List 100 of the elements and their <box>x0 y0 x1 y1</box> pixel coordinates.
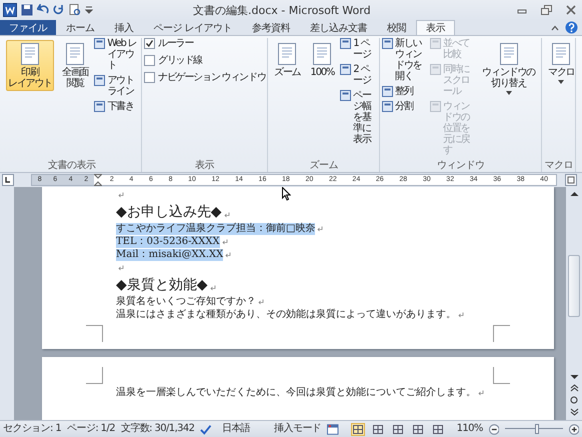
margin-corner-mark <box>493 367 510 384</box>
ribbon-small-button[interactable]: Web レイアウト <box>94 38 139 71</box>
ribbon-small-button[interactable]: 2 ページ <box>340 64 377 86</box>
heading-text: ◆お申し込み先◆ <box>116 204 222 221</box>
ribbon-large-button[interactable]: 全画面 閲覧 <box>60 40 90 91</box>
close-icon[interactable] <box>566 5 576 15</box>
tab-selector-icon[interactable] <box>2 174 14 186</box>
body-text: 温泉にはさまざまな種類があり、その効能は泉質によって違いがあります。 <box>116 309 456 321</box>
proofing-check-icon[interactable] <box>200 424 212 434</box>
language-indicator[interactable]: 日本語 <box>218 423 268 435</box>
ribbon-small-button[interactable]: アウトライン <box>94 75 139 97</box>
ribbon-checkbox[interactable]: ナビゲーション ウィンドウ <box>144 72 266 83</box>
ribbon-small-button[interactable]: ページ幅を基準に表示 <box>340 90 377 145</box>
group-label: 文書の表示 <box>46 160 97 172</box>
window-icon <box>94 101 106 112</box>
window-icon <box>340 90 352 101</box>
body-text: TEL：03-5236-XXXX <box>116 236 220 248</box>
undo-icon[interactable] <box>37 4 49 16</box>
window-icon <box>340 64 352 75</box>
customize-caret-icon[interactable] <box>85 5 93 15</box>
ruler-toggle-icon[interactable] <box>565 174 577 186</box>
scroll-thumb[interactable] <box>568 254 580 316</box>
window-icon <box>94 38 106 49</box>
body-text: Mail：misaki@XX.XX <box>116 249 224 261</box>
ribbon-tab[interactable]: ホーム <box>56 20 104 35</box>
window-title: 文書の編集.docx - Microsoft Word <box>193 2 372 18</box>
body-text: 泉質名をいくつご存知ですか？ <box>116 296 256 308</box>
ribbon-tab[interactable]: 差し込み文書 <box>300 20 378 35</box>
browse-object-icon[interactable] <box>570 396 578 404</box>
margin-corner-mark <box>86 367 103 384</box>
ribbon-tab[interactable]: 表示 <box>416 20 456 35</box>
group-label: 表示 <box>194 160 216 172</box>
ribbon-small-button[interactable]: 新しいウィンドウを開く <box>382 38 428 82</box>
window-icon <box>430 101 442 112</box>
ribbon-tab[interactable]: 校閲 <box>377 20 416 35</box>
ribbon-checkbox[interactable]: グリッド線 <box>144 55 202 66</box>
minimize-ribbon-icon[interactable] <box>551 25 559 31</box>
ribbon-large-button[interactable]: マクロ <box>546 40 576 86</box>
window-icon <box>382 38 393 49</box>
word-logo-icon[interactable] <box>3 3 17 17</box>
paragraph-mark-icon <box>258 299 264 305</box>
ribbon-large-button[interactable]: 印刷 レイアウト <box>6 40 54 91</box>
document-icon <box>19 42 41 66</box>
ribbon-small-button[interactable]: 1 ページ <box>340 38 377 60</box>
paragraph-mark-icon <box>458 312 464 318</box>
body-text: すこやかライフ温泉クラブ担当：御前□映奈 <box>116 223 316 235</box>
insert-mode-indicator[interactable]: 挿入モード <box>274 423 322 435</box>
window-icon <box>340 38 352 49</box>
zoom-level[interactable]: 110% <box>456 423 483 435</box>
zoom-out-icon[interactable] <box>488 424 500 434</box>
heading-text: ◆泉質と効能◆ <box>116 277 208 294</box>
view-button[interactable] <box>410 422 425 436</box>
ribbon-large-button[interactable]: 100% <box>308 40 336 80</box>
word-count[interactable]: 文字数: 30/1,342 <box>120 423 194 435</box>
zoom-slider-thumb[interactable] <box>534 424 539 434</box>
print-preview-icon[interactable] <box>69 4 81 16</box>
window-icon <box>382 101 393 112</box>
next-page-icon[interactable] <box>570 408 578 416</box>
section-indicator[interactable]: セクション: 1 <box>3 423 62 435</box>
window-icon <box>430 38 442 49</box>
body-text: 温泉を一層楽しんでいただくために、今回は泉質と効能についてご紹介します。 <box>116 387 476 399</box>
document-icon <box>498 42 520 66</box>
ribbon-small-button[interactable]: 分割 <box>382 101 413 112</box>
paragraph-mark-icon <box>210 285 216 291</box>
macro-record-icon[interactable] <box>327 424 339 434</box>
checkbox[interactable] <box>144 72 155 83</box>
checkbox[interactable] <box>144 38 155 49</box>
scroll-down-icon[interactable] <box>570 374 578 380</box>
ribbon-tab[interactable]: 挿入 <box>104 20 144 35</box>
paragraph-mark-icon <box>317 226 324 232</box>
scroll-up-icon[interactable] <box>570 191 578 197</box>
ribbon-checkbox[interactable]: ルーラー <box>144 38 194 49</box>
save-icon[interactable] <box>21 4 33 16</box>
file-tab[interactable]: ファイル <box>0 20 56 35</box>
view-button[interactable] <box>390 422 405 436</box>
paragraph-mark-icon <box>478 390 484 396</box>
paragraph-mark-icon <box>118 265 124 271</box>
document-icon <box>64 42 86 66</box>
ribbon-large-button[interactable]: ウィンドウの 切り替え <box>480 40 537 97</box>
ribbon-small-button[interactable]: 整列 <box>382 86 413 97</box>
page-indicator[interactable]: ページ: 1/2 <box>67 423 115 435</box>
ribbon-large-button[interactable]: ズーム <box>272 40 302 80</box>
zoom-slider[interactable] <box>505 424 563 434</box>
redo-icon[interactable] <box>53 4 65 16</box>
ribbon-tab[interactable]: ページ レイアウト <box>144 20 242 35</box>
margin-corner-mark <box>86 325 103 342</box>
view-button[interactable] <box>350 422 365 436</box>
ribbon-small-button[interactable]: 下書き <box>94 101 134 112</box>
vertical-scrollbar[interactable] <box>566 187 582 420</box>
checkbox[interactable] <box>144 55 155 66</box>
ribbon-tab[interactable]: 参考資料 <box>242 20 300 35</box>
margin-corner-mark <box>493 325 510 342</box>
paragraph-mark-icon <box>224 212 230 218</box>
paragraph-mark-icon <box>225 252 232 258</box>
zoom-in-icon[interactable] <box>568 424 580 434</box>
previous-page-icon[interactable] <box>570 384 578 392</box>
help-icon[interactable] <box>565 21 578 34</box>
restore-icon[interactable] <box>541 5 552 15</box>
view-button[interactable] <box>430 422 445 436</box>
view-button[interactable] <box>370 422 385 436</box>
